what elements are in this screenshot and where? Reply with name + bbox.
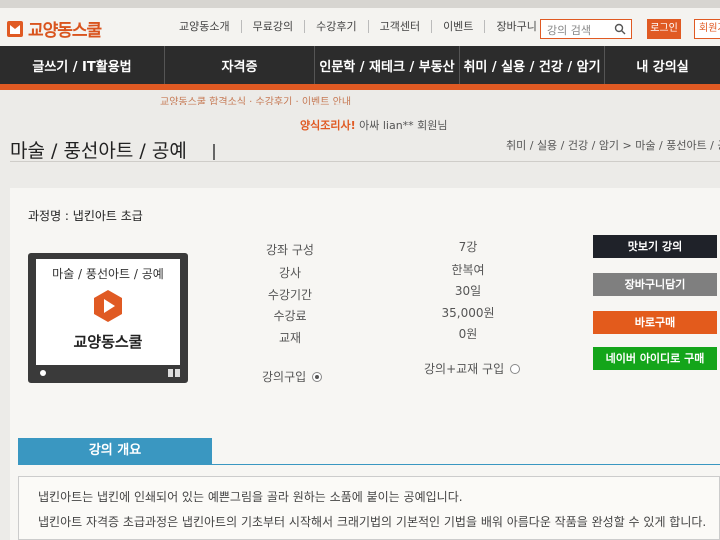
browser-top-strip [0,0,720,8]
info-label-instructor: 강사 [278,266,302,280]
info-label-textbook: 교재 [278,331,302,345]
join-button[interactable]: 회원가 [694,19,720,39]
site-logo[interactable]: 교양동스쿨 [6,16,102,41]
topnav-events[interactable]: 이벤트 [432,20,486,33]
title-rule [10,161,720,162]
overview-line-2: 냅킨아트 자격증 초급과정은 냅킨아트의 기초부터 시작해서 크래기법의 기본적… [38,515,707,529]
topnav-cart[interactable]: 장바구니 [485,20,547,33]
tab-overview[interactable]: 강의 개요 [18,438,212,464]
info-label-period: 수강기간 [267,288,313,302]
play-icon[interactable] [91,289,125,323]
info-label-fee: 수강료 [273,309,307,323]
topnav-reviews[interactable]: 수강후기 [305,20,369,33]
rolling-banner-top[interactable]: 교양동스쿨 합격소식 · 수강후기 · 이벤트 안내 [160,93,610,105]
course-thumbnail[interactable]: 마술 / 풍선아트 / 공예 교양동스쿨 [28,253,188,383]
nav-accent-bar [0,84,720,90]
fullscreen-icon[interactable] [168,369,180,377]
banner-highlight: 양식조리사! [300,119,356,132]
search-placeholder: 강의 검색 [547,24,591,37]
search-icon[interactable] [614,23,626,35]
mainnav-my-classroom[interactable]: 내 강의실 [605,46,720,84]
radio-selected-icon[interactable] [312,371,323,382]
info-value-composition: 7강 [458,240,478,254]
option-lecture-only-label: 강의구입 [262,370,307,384]
info-label-composition: 강좌 구성 [266,243,314,257]
add-to-cart-button[interactable]: 장바구니담기 [593,273,717,296]
overview-box [18,476,720,540]
login-button[interactable]: 로그인 [647,19,681,39]
option-lecture-only[interactable]: 강의구입 [262,368,323,385]
overview-line-1: 냅킨아트는 냅킨에 인쇄되어 있는 예쁜그림을 골라 원하는 소품에 붙이는 공… [38,490,463,504]
thumbnail-screen: 마술 / 풍선아트 / 공예 교양동스쿨 [36,259,180,365]
info-value-period: 30일 [454,284,482,298]
naver-buy-button[interactable]: 네이버 아이디로 구매 [593,347,717,370]
section-rule [18,464,720,465]
radio-unselected-icon[interactable] [510,363,521,374]
mainnav-certificates[interactable]: 자격증 [165,46,315,84]
info-value-fee: 35,000원 [441,306,495,320]
banner-text: 아싸 lian** 회원님 [355,119,448,132]
page-title: 마술 / 풍선아트 / 공예 [10,140,187,162]
top-nav: 교양동소개 무료강의 수강후기 고객센터 이벤트 장바구니 [168,20,548,33]
progress-dot-icon [40,370,46,376]
thumbnail-brand: 교양동스쿨 [73,333,143,351]
breadcrumb[interactable]: 취미 / 실용 / 건강 / 암기 > 마술 / 풍선아트 / 공 [506,137,720,153]
topnav-about[interactable]: 교양동소개 [168,20,242,33]
mainnav-writing-it[interactable]: 글쓰기 / IT활용법 [0,46,165,84]
search-input[interactable]: 강의 검색 [540,19,632,39]
info-value-instructor: 한복여 [451,263,485,277]
course-name: 과정명 : 냅킨아트 초급 [28,209,143,223]
topnav-free-lectures[interactable]: 무료강의 [242,20,306,33]
thumbnail-category: 마술 / 풍선아트 / 공예 [52,267,164,281]
preview-lecture-button[interactable]: 맛보기 강의 [593,235,717,258]
mainnav-hobbies[interactable]: 취미 / 실용 / 건강 / 암기 [460,46,605,84]
site-header: 교양동스쿨 교양동소개 무료강의 수강후기 고객센터 이벤트 장바구니 강의 검… [0,8,720,46]
rolling-banner[interactable]: 양식조리사! 아싸 lian** 회원님 [300,117,448,133]
logo-text: 교양동스쿨 [28,21,102,41]
option-lecture-textbook[interactable]: 강의+교재 구입 [424,360,521,377]
main-nav: 글쓰기 / IT활용법 자격증 인문학 / 재테크 / 부동산 취미 / 실용 … [0,46,720,84]
topnav-support[interactable]: 고객센터 [369,20,433,33]
logo-mark-icon [7,20,23,37]
info-value-textbook: 0원 [458,327,478,341]
mainnav-humanities[interactable]: 인문학 / 재테크 / 부동산 [315,46,460,84]
buy-now-button[interactable]: 바로구매 [593,311,717,334]
title-divider [213,144,215,160]
option-lecture-textbook-label: 강의+교재 구입 [424,362,505,376]
